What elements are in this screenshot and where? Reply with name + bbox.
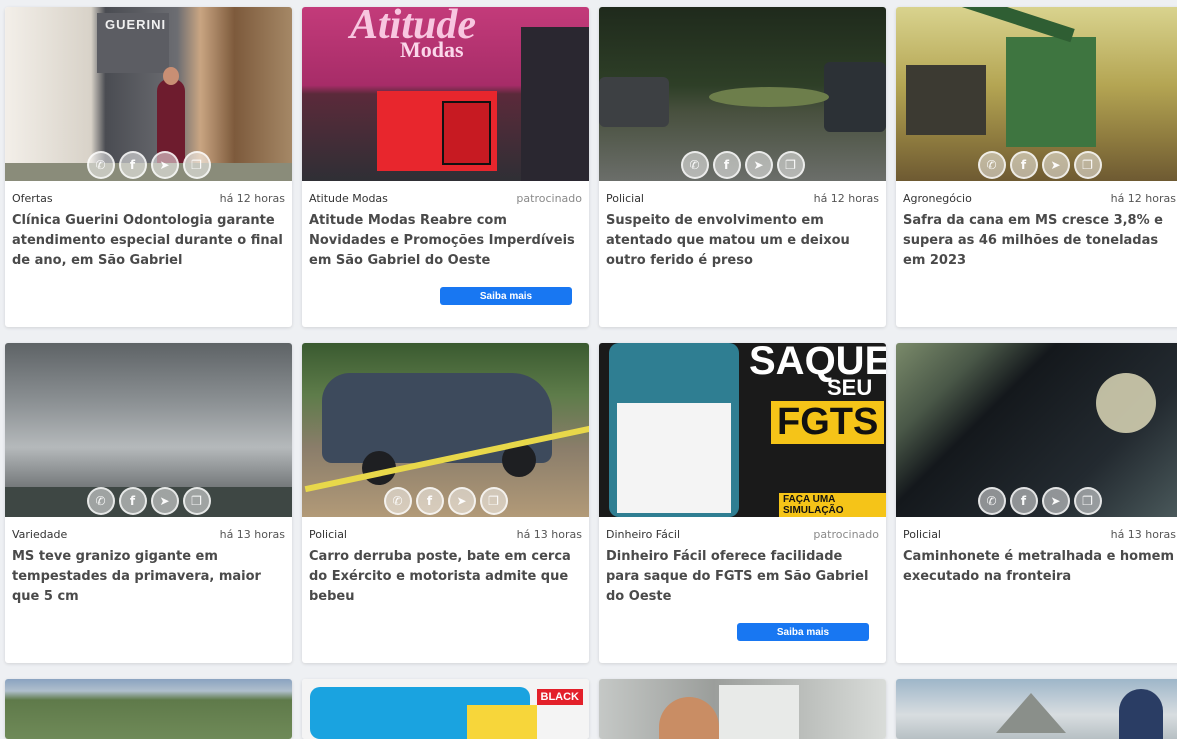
news-card[interactable] (896, 679, 1177, 739)
share-bar: ✆ f ➤ ❐ (86, 487, 211, 515)
news-card[interactable]: ✆ f ➤ ❐ Policial há 13 horas Carro derru… (302, 343, 589, 663)
telegram-icon[interactable]: ➤ (150, 151, 179, 179)
image-sign-text: GUERINI (105, 17, 167, 32)
news-card[interactable]: GUERINI ✆ f ➤ ❐ Ofertas há 12 horas Clín… (5, 7, 292, 327)
news-card[interactable] (599, 679, 886, 739)
share-bar: ✆ f ➤ ❐ (680, 151, 805, 179)
news-card[interactable]: ✆ f ➤ ❐ Policial há 13 horas Caminhonete… (896, 343, 1177, 663)
telegram-icon[interactable]: ➤ (1041, 487, 1070, 515)
card-title[interactable]: Clínica Guerini Odontologia garante aten… (12, 211, 285, 271)
card-image[interactable]: ✆ f ➤ ❐ (302, 343, 589, 517)
telegram-icon[interactable]: ➤ (447, 487, 476, 515)
image-ad-text-3: FGTS (771, 401, 885, 444)
card-image[interactable] (896, 679, 1177, 739)
copy-icon[interactable]: ❐ (776, 151, 805, 179)
card-image[interactable]: BLACK (302, 679, 589, 739)
learn-more-button[interactable]: Saiba mais (440, 287, 572, 305)
facebook-icon[interactable]: f (1009, 487, 1038, 515)
whatsapp-icon[interactable]: ✆ (86, 151, 115, 179)
share-bar: ✆ f ➤ ❐ (977, 151, 1102, 179)
sponsored-label: patrocinado (813, 528, 879, 541)
copy-icon[interactable]: ❐ (1073, 151, 1102, 179)
image-brand-text-2: Modas (400, 37, 464, 62)
card-image[interactable]: GUERINI ✆ f ➤ ❐ (5, 7, 292, 181)
card-image[interactable]: ✆ f ➤ ❐ (896, 7, 1177, 181)
card-title[interactable]: Dinheiro Fácil oferece facilidade para s… (606, 547, 879, 607)
news-card-sponsored[interactable]: SAQUE SEU FGTS FAÇA UMA SIMULAÇÃO Dinhei… (599, 343, 886, 663)
whatsapp-icon[interactable]: ✆ (680, 151, 709, 179)
card-time: há 13 horas (219, 528, 285, 541)
card-title[interactable]: Suspeito de envolvimento em atentado que… (606, 211, 879, 271)
share-bar: ✆ f ➤ ❐ (977, 487, 1102, 515)
news-card[interactable]: ✆ f ➤ ❐ Variedade há 13 horas MS teve gr… (5, 343, 292, 663)
whatsapp-icon[interactable]: ✆ (383, 487, 412, 515)
card-category[interactable]: Policial (903, 528, 941, 541)
facebook-icon[interactable]: f (118, 487, 147, 515)
facebook-icon[interactable]: f (1009, 151, 1038, 179)
card-image[interactable] (5, 679, 292, 739)
card-time: há 13 horas (1110, 528, 1176, 541)
card-category[interactable]: Dinheiro Fácil (606, 528, 680, 541)
card-title[interactable]: Carro derruba poste, bate em cerca do Ex… (309, 547, 582, 607)
card-image[interactable]: SAQUE SEU FGTS FAÇA UMA SIMULAÇÃO (599, 343, 886, 517)
news-card[interactable]: ✆ f ➤ ❐ Policial há 12 horas Suspeito de… (599, 7, 886, 327)
image-ad-text-4: FAÇA UMA SIMULAÇÃO (779, 493, 886, 517)
copy-icon[interactable]: ❐ (182, 487, 211, 515)
card-time: há 12 horas (813, 192, 879, 205)
learn-more-button[interactable]: Saiba mais (737, 623, 869, 641)
card-category[interactable]: Ofertas (12, 192, 53, 205)
card-title[interactable]: Caminhonete é metralhada e homem executa… (903, 547, 1176, 587)
card-image[interactable] (599, 679, 886, 739)
card-time: há 13 horas (516, 528, 582, 541)
card-title[interactable]: MS teve granizo gigante em tempestades d… (12, 547, 285, 607)
card-category[interactable]: Policial (309, 528, 347, 541)
whatsapp-icon[interactable]: ✆ (977, 151, 1006, 179)
telegram-icon[interactable]: ➤ (744, 151, 773, 179)
share-bar: ✆ f ➤ ❐ (383, 487, 508, 515)
whatsapp-icon[interactable]: ✆ (977, 487, 1006, 515)
card-image[interactable]: Atitude Modas (302, 7, 589, 181)
card-image[interactable]: ✆ f ➤ ❐ (896, 343, 1177, 517)
whatsapp-icon[interactable]: ✆ (86, 487, 115, 515)
facebook-icon[interactable]: f (118, 151, 147, 179)
card-image[interactable]: ✆ f ➤ ❐ (599, 7, 886, 181)
copy-icon[interactable]: ❐ (479, 487, 508, 515)
telegram-icon[interactable]: ➤ (1041, 151, 1070, 179)
card-time: há 12 horas (1110, 192, 1176, 205)
card-category[interactable]: Variedade (12, 528, 67, 541)
card-title[interactable]: Safra da cana em MS cresce 3,8% e supera… (903, 211, 1176, 271)
card-time: há 12 horas (219, 192, 285, 205)
sponsored-label: patrocinado (516, 192, 582, 205)
news-card-sponsored[interactable]: Atitude Modas Atitude Modas patrocinado … (302, 7, 589, 327)
news-card[interactable]: ✆ f ➤ ❐ Agronegócio há 12 horas Safra da… (896, 7, 1177, 327)
news-grid: GUERINI ✆ f ➤ ❐ Ofertas há 12 horas Clín… (0, 0, 1177, 739)
copy-icon[interactable]: ❐ (1073, 487, 1102, 515)
share-bar: ✆ f ➤ ❐ (86, 151, 211, 179)
card-category[interactable]: Agronegócio (903, 192, 972, 205)
facebook-icon[interactable]: f (415, 487, 444, 515)
card-category[interactable]: Policial (606, 192, 644, 205)
telegram-icon[interactable]: ➤ (150, 487, 179, 515)
news-card[interactable]: BLACK (302, 679, 589, 739)
image-promo-text: BLACK (536, 689, 583, 705)
copy-icon[interactable]: ❐ (182, 151, 211, 179)
image-ad-text-2: SEU (827, 375, 873, 400)
card-title[interactable]: Atitude Modas Reabre com Novidades e Pro… (309, 211, 582, 271)
news-card[interactable] (5, 679, 292, 739)
facebook-icon[interactable]: f (712, 151, 741, 179)
card-category[interactable]: Atitude Modas (309, 192, 388, 205)
card-image[interactable]: ✆ f ➤ ❐ (5, 343, 292, 517)
